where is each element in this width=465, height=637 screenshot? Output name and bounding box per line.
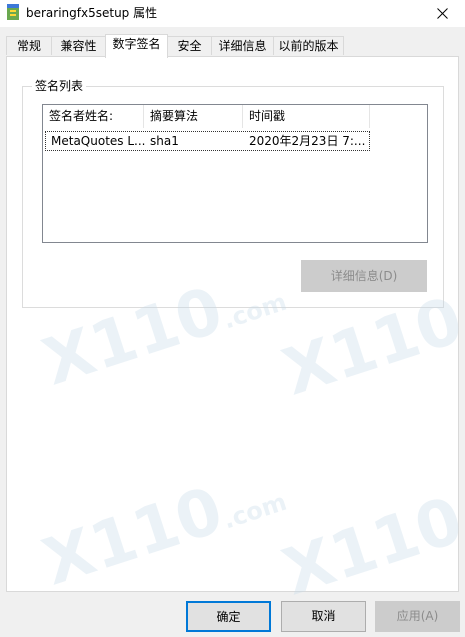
column-digest-algorithm[interactable]: 摘要算法 xyxy=(144,105,243,128)
close-icon[interactable] xyxy=(419,0,465,27)
tab-panel: 签名列表 签名者姓名: 摘要算法 时间戳 MetaQuotes L... sha… xyxy=(6,56,459,592)
cell-algorithm: sha1 xyxy=(150,134,179,148)
apply-button[interactable]: 应用(A) xyxy=(375,601,460,632)
window-title: beraringfx5setup 属性 xyxy=(26,6,158,20)
cell-timestamp: 2020年2月23日 7:... xyxy=(249,134,366,148)
column-signer-name[interactable]: 签名者姓名: xyxy=(43,105,144,128)
title-bar: beraringfx5setup 属性 xyxy=(0,0,465,27)
list-header: 签名者姓名: 摘要算法 时间戳 xyxy=(43,105,427,128)
cancel-button[interactable]: 取消 xyxy=(281,601,366,632)
column-timestamp[interactable]: 时间戳 xyxy=(243,105,370,128)
tab-compatibility[interactable]: 兼容性 xyxy=(51,36,106,55)
signature-list[interactable]: 签名者姓名: 摘要算法 时间戳 MetaQuotes L... sha1 202… xyxy=(42,104,428,243)
tab-general[interactable]: 常规 xyxy=(6,36,52,55)
app-icon xyxy=(6,3,20,21)
tab-details[interactable]: 详细信息 xyxy=(211,36,274,55)
cell-signer: MetaQuotes L... xyxy=(51,134,145,148)
details-button[interactable]: 详细信息(D) xyxy=(301,260,427,292)
tab-previous-versions[interactable]: 以前的版本 xyxy=(273,36,344,55)
tab-security[interactable]: 安全 xyxy=(167,36,212,55)
signature-list-label: 签名列表 xyxy=(32,78,87,94)
list-item[interactable]: MetaQuotes L... sha1 2020年2月23日 7:... xyxy=(45,131,370,151)
ok-button[interactable]: 确定 xyxy=(186,601,271,632)
signature-list-group: 签名列表 签名者姓名: 摘要算法 时间戳 MetaQuotes L... sha… xyxy=(22,78,444,308)
tab-digital-signatures[interactable]: 数字签名 xyxy=(105,34,168,58)
